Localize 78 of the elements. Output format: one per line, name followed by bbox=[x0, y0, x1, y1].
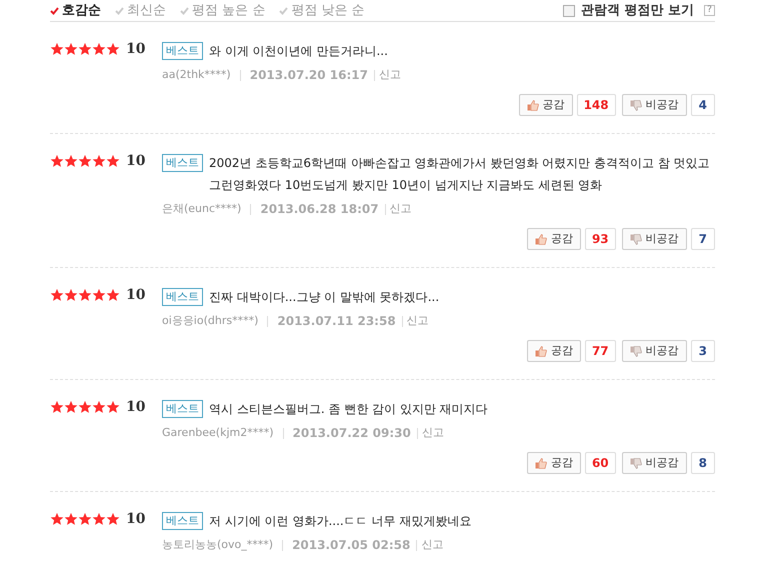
star-icon bbox=[92, 400, 106, 414]
score: 10 bbox=[126, 286, 146, 304]
like-count: 93 bbox=[584, 228, 616, 250]
review-text: 역시 스티븐스필버그. 좀 뻔한 감이 있지만 재미지다 bbox=[209, 401, 488, 418]
review-date: 2013.07.20 16:17 bbox=[250, 67, 368, 84]
thumbs-down-icon bbox=[630, 234, 642, 244]
like-button[interactable]: 공감 bbox=[526, 340, 581, 362]
sort-tab[interactable]: 호감순 bbox=[50, 0, 101, 20]
thumbs-up-icon bbox=[526, 100, 539, 110]
like-button[interactable]: 공감 bbox=[518, 94, 573, 116]
best-badge: 베스트 bbox=[162, 42, 203, 60]
score: 10 bbox=[126, 40, 146, 58]
dislike-count: 3 bbox=[690, 340, 715, 362]
star-icon bbox=[106, 42, 120, 56]
like-count: 77 bbox=[584, 340, 616, 362]
star-icon bbox=[50, 400, 64, 414]
help-button[interactable]: ? bbox=[704, 5, 715, 16]
dislike-button[interactable]: 비공감 bbox=[622, 452, 687, 474]
review-date: 2013.07.05 02:58 bbox=[292, 537, 410, 554]
star-icon bbox=[50, 154, 64, 168]
like-button[interactable]: 공감 bbox=[526, 452, 581, 474]
review-date: 2013.07.11 23:58 bbox=[277, 313, 396, 330]
review-date: 2013.06.28 18:07 bbox=[260, 201, 379, 218]
like-count: 148 bbox=[576, 94, 616, 116]
score: 10 bbox=[126, 398, 146, 416]
star-icon bbox=[78, 154, 92, 168]
best-badge: 베스트 bbox=[162, 154, 203, 172]
star-icon bbox=[106, 400, 120, 414]
star-icon bbox=[92, 42, 106, 56]
thumbs-down-icon bbox=[630, 346, 642, 356]
dislike-button[interactable]: 비공감 bbox=[622, 340, 687, 362]
star-icon bbox=[64, 512, 78, 526]
star-icon bbox=[92, 154, 106, 168]
star-icon bbox=[78, 288, 92, 302]
review-text: 2002년 초등학교6학년때 아빠손잡고 영화관에가서 봤던영화 어렸지만 충격적이고 참 멋있고 그런영화였다 10번도넘게 봤지만 10년이 넘게지난 지금봐도 세련된 영화 bbox=[209, 155, 711, 194]
star-icon bbox=[50, 288, 64, 302]
star-icon bbox=[78, 42, 92, 56]
review-date: 2013.07.22 09:30 bbox=[292, 425, 411, 442]
thumbs-up-icon bbox=[534, 458, 547, 468]
star-icon bbox=[92, 288, 106, 302]
best-badge: 베스트 bbox=[162, 400, 203, 418]
star-icon bbox=[50, 512, 64, 526]
author: aa(2thk****) bbox=[162, 66, 231, 83]
star-icon bbox=[64, 400, 78, 414]
thumbs-down-icon bbox=[630, 458, 642, 468]
thumbs-up-icon bbox=[534, 234, 547, 244]
author: 농토리농농(ovo_****) bbox=[162, 536, 274, 553]
thumbs-up-icon bbox=[534, 346, 547, 356]
star-icon bbox=[64, 42, 78, 56]
like-count: 60 bbox=[584, 452, 616, 474]
dislike-count: 4 bbox=[690, 94, 715, 116]
star-icon bbox=[50, 42, 64, 56]
star-icon bbox=[106, 512, 120, 526]
author: Garenbee(kjm2****) bbox=[162, 424, 274, 441]
star-icon bbox=[78, 400, 92, 414]
thumbs-down-icon bbox=[630, 100, 642, 110]
score: 10 bbox=[126, 510, 146, 528]
dislike-count: 7 bbox=[690, 228, 715, 250]
review-text: 진짜 대박이다...그냥 이 말밖에 못하겠다... bbox=[209, 289, 440, 306]
checkbox[interactable] bbox=[562, 4, 575, 16]
author: 은채(eunc****) bbox=[162, 200, 242, 217]
dislike-button[interactable]: 비공감 bbox=[622, 94, 687, 116]
review-text: 저 시기에 이런 영화가....ㄷㄷ 너무 재밌게봤네요 bbox=[209, 513, 472, 530]
star-icon bbox=[92, 512, 106, 526]
like-button[interactable]: 공감 bbox=[526, 228, 581, 250]
review-text: 와 이게 이천이년에 만든거라니... bbox=[209, 43, 388, 60]
best-badge: 베스트 bbox=[162, 512, 203, 530]
star-icon bbox=[64, 154, 78, 168]
dislike-button[interactable]: 비공감 bbox=[622, 228, 687, 250]
star-icon bbox=[78, 512, 92, 526]
star-icon bbox=[106, 288, 120, 302]
dislike-count: 8 bbox=[690, 452, 715, 474]
author: oi응응io(dhrs****) bbox=[162, 312, 258, 329]
score: 10 bbox=[126, 152, 146, 170]
star-icon bbox=[64, 288, 78, 302]
star-icon bbox=[106, 154, 120, 168]
filter-label: 관람객 평점만 보기 bbox=[580, 2, 694, 20]
best-badge: 베스트 bbox=[162, 288, 203, 306]
